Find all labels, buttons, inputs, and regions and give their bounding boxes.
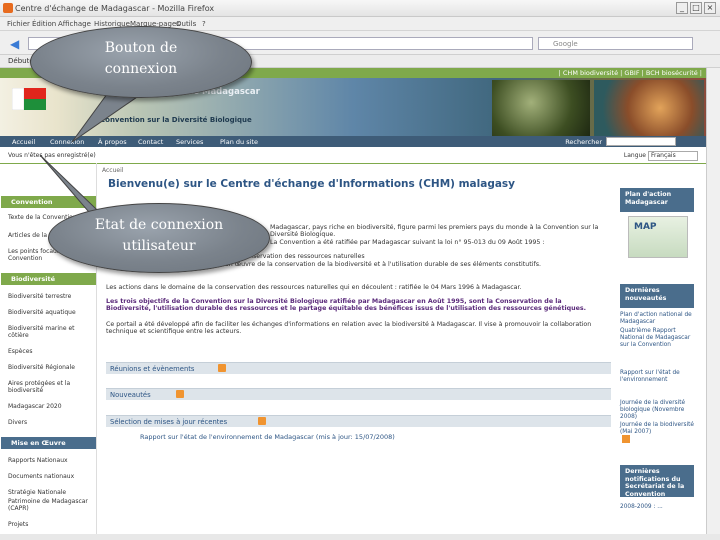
nav-services[interactable]: Services xyxy=(176,138,203,146)
objectives-paragraph: Les trois objectifs de la Convention sur… xyxy=(106,298,587,313)
sidebar-item[interactable]: Biodiversité terrestre xyxy=(8,293,96,300)
main-navigation: Accueil Connexion À propos Contact Servi… xyxy=(0,136,706,147)
nav-login[interactable]: Connexion xyxy=(50,138,84,146)
intro-paragraph: Madagascar, pays riche en biodiversité, … xyxy=(270,224,599,239)
plan-action-box[interactable]: Plan d'action Madagascar xyxy=(620,188,694,212)
sidebar-item[interactable]: Aires protégées et la biodiversité xyxy=(8,380,96,394)
page-title: Bienvenu(e) sur le Centre d'échange d'In… xyxy=(108,178,516,190)
sidebar-item[interactable]: Divers xyxy=(8,419,96,426)
map-logo[interactable]: MAP xyxy=(628,216,688,258)
top-links[interactable]: | CHM biodiversité | GBIF | BCH biosécur… xyxy=(559,69,702,77)
body-paragraph: Ce portail a été développé afin de facil… xyxy=(106,321,592,336)
section-header[interactable]: Nouveautés xyxy=(106,388,611,400)
nav-contact[interactable]: Contact xyxy=(138,138,163,146)
news-item[interactable]: Journée de la diversité biologique (Nove… xyxy=(620,400,694,421)
banner-subtitle: Convention sur la Diversité Biologique xyxy=(100,116,252,124)
news-box: Dernières nouveautés xyxy=(620,284,694,308)
menu-tools[interactable]: Outils xyxy=(176,20,196,28)
sidebar-item[interactable]: Stratégie Nationale xyxy=(8,489,96,496)
section-title: Nouveautés xyxy=(110,391,151,399)
callout-text: Etat de connexion utilisateur xyxy=(94,217,224,254)
menu-edit[interactable]: Édition xyxy=(32,20,56,28)
news-item[interactable]: Journée de la biodiversité (Mai 2007) xyxy=(620,422,694,436)
section-title: Réunions et évènements xyxy=(110,365,195,373)
notifications-box: Dernières notifications du Secrétariat d… xyxy=(620,465,694,498)
rss-icon[interactable] xyxy=(218,364,226,372)
minimize-button[interactable]: _ xyxy=(676,2,688,14)
body-paragraph: Les actions dans le domaine de la conser… xyxy=(106,284,522,291)
sidebar-item[interactable]: Patrimoine de Madagascar (CAPR) xyxy=(8,498,96,512)
menu-file[interactable]: Fichier xyxy=(7,20,30,28)
window-titlebar: Centre d'échange de Madagascar - Mozilla… xyxy=(0,0,720,17)
chameleon-photo xyxy=(594,80,704,136)
nav-about[interactable]: À propos xyxy=(98,138,127,146)
firefox-icon xyxy=(3,3,13,13)
sidebar-section-biodiversity[interactable]: Biodiversité xyxy=(1,273,96,285)
sidebar-item[interactable]: Rapports Nationaux xyxy=(8,457,96,464)
sidebar-item[interactable]: Espèces xyxy=(8,348,96,355)
callout-login-button: Bouton de connexion xyxy=(30,26,252,98)
news-item[interactable]: Quatrième Rapport National de Madagascar… xyxy=(620,328,694,349)
language-select[interactable]: Français xyxy=(648,151,698,161)
user-state-bar: Vous n'êtes pas enregistré(e) Langue Fra… xyxy=(0,149,706,163)
site-search-input[interactable] xyxy=(606,137,676,146)
sidebar-item[interactable]: Biodiversité Régionale xyxy=(8,364,96,371)
user-login-state: Vous n'êtes pas enregistré(e) xyxy=(8,152,96,159)
sidebar-item[interactable]: Documents nationaux xyxy=(8,473,96,480)
section-header[interactable]: Réunions et évènements xyxy=(106,362,611,374)
map-label: MAP xyxy=(634,222,657,232)
nav-home[interactable]: Accueil xyxy=(12,138,35,146)
news-item[interactable]: Rapport sur l'état de l'environnement xyxy=(620,370,694,384)
language-label: Langue xyxy=(623,152,646,159)
menu-view[interactable]: Affichage xyxy=(58,20,91,28)
rss-icon[interactable] xyxy=(258,417,266,425)
callout-text: Bouton de connexion xyxy=(104,40,178,77)
search-label: Rechercher xyxy=(565,138,602,146)
madagascar-flag-icon xyxy=(12,88,46,110)
close-button[interactable]: × xyxy=(704,2,716,14)
sidebar-item[interactable]: Madagascar 2020 xyxy=(8,403,96,410)
sidebar-section-implementation[interactable]: Mise en Œuvre xyxy=(1,437,96,449)
lemur-photo xyxy=(492,80,590,136)
sidebar-section-convention[interactable]: Convention xyxy=(1,196,96,208)
sidebar-item[interactable]: Projets xyxy=(8,521,96,528)
search-input[interactable]: Google xyxy=(538,37,693,50)
rss-icon[interactable] xyxy=(622,435,630,443)
sidebar-item[interactable]: Biodiversité marine et côtière xyxy=(8,325,96,339)
sidebar-item[interactable]: Biodiversité aquatique xyxy=(8,309,96,316)
rss-icon[interactable] xyxy=(176,390,184,398)
vertical-scrollbar[interactable] xyxy=(706,68,720,535)
menu-help[interactable]: ? xyxy=(202,20,206,28)
section-title: Sélection de mises à jour récentes xyxy=(110,418,228,426)
maximize-button[interactable]: □ xyxy=(690,2,702,14)
window-title: Centre d'échange de Madagascar - Mozilla… xyxy=(15,4,215,13)
breadcrumb[interactable]: Accueil xyxy=(102,167,123,174)
status-bar xyxy=(0,534,720,540)
section-header[interactable]: Sélection de mises à jour récentes xyxy=(106,415,611,427)
callout-user-state: Etat de connexion utilisateur xyxy=(48,203,270,273)
recent-update-link[interactable]: Rapport sur l'état de l'environnement de… xyxy=(140,433,395,441)
nav-sitemap[interactable]: Plan du site xyxy=(220,138,258,146)
back-arrow-icon[interactable]: ◀ xyxy=(10,37,19,51)
notification-item[interactable]: 2008-2009 : ... xyxy=(620,504,694,511)
intro-paragraph: La Convention a été ratifiée par Madagas… xyxy=(270,239,545,246)
news-item[interactable]: Plan d'action national de Madagascar xyxy=(620,312,694,326)
